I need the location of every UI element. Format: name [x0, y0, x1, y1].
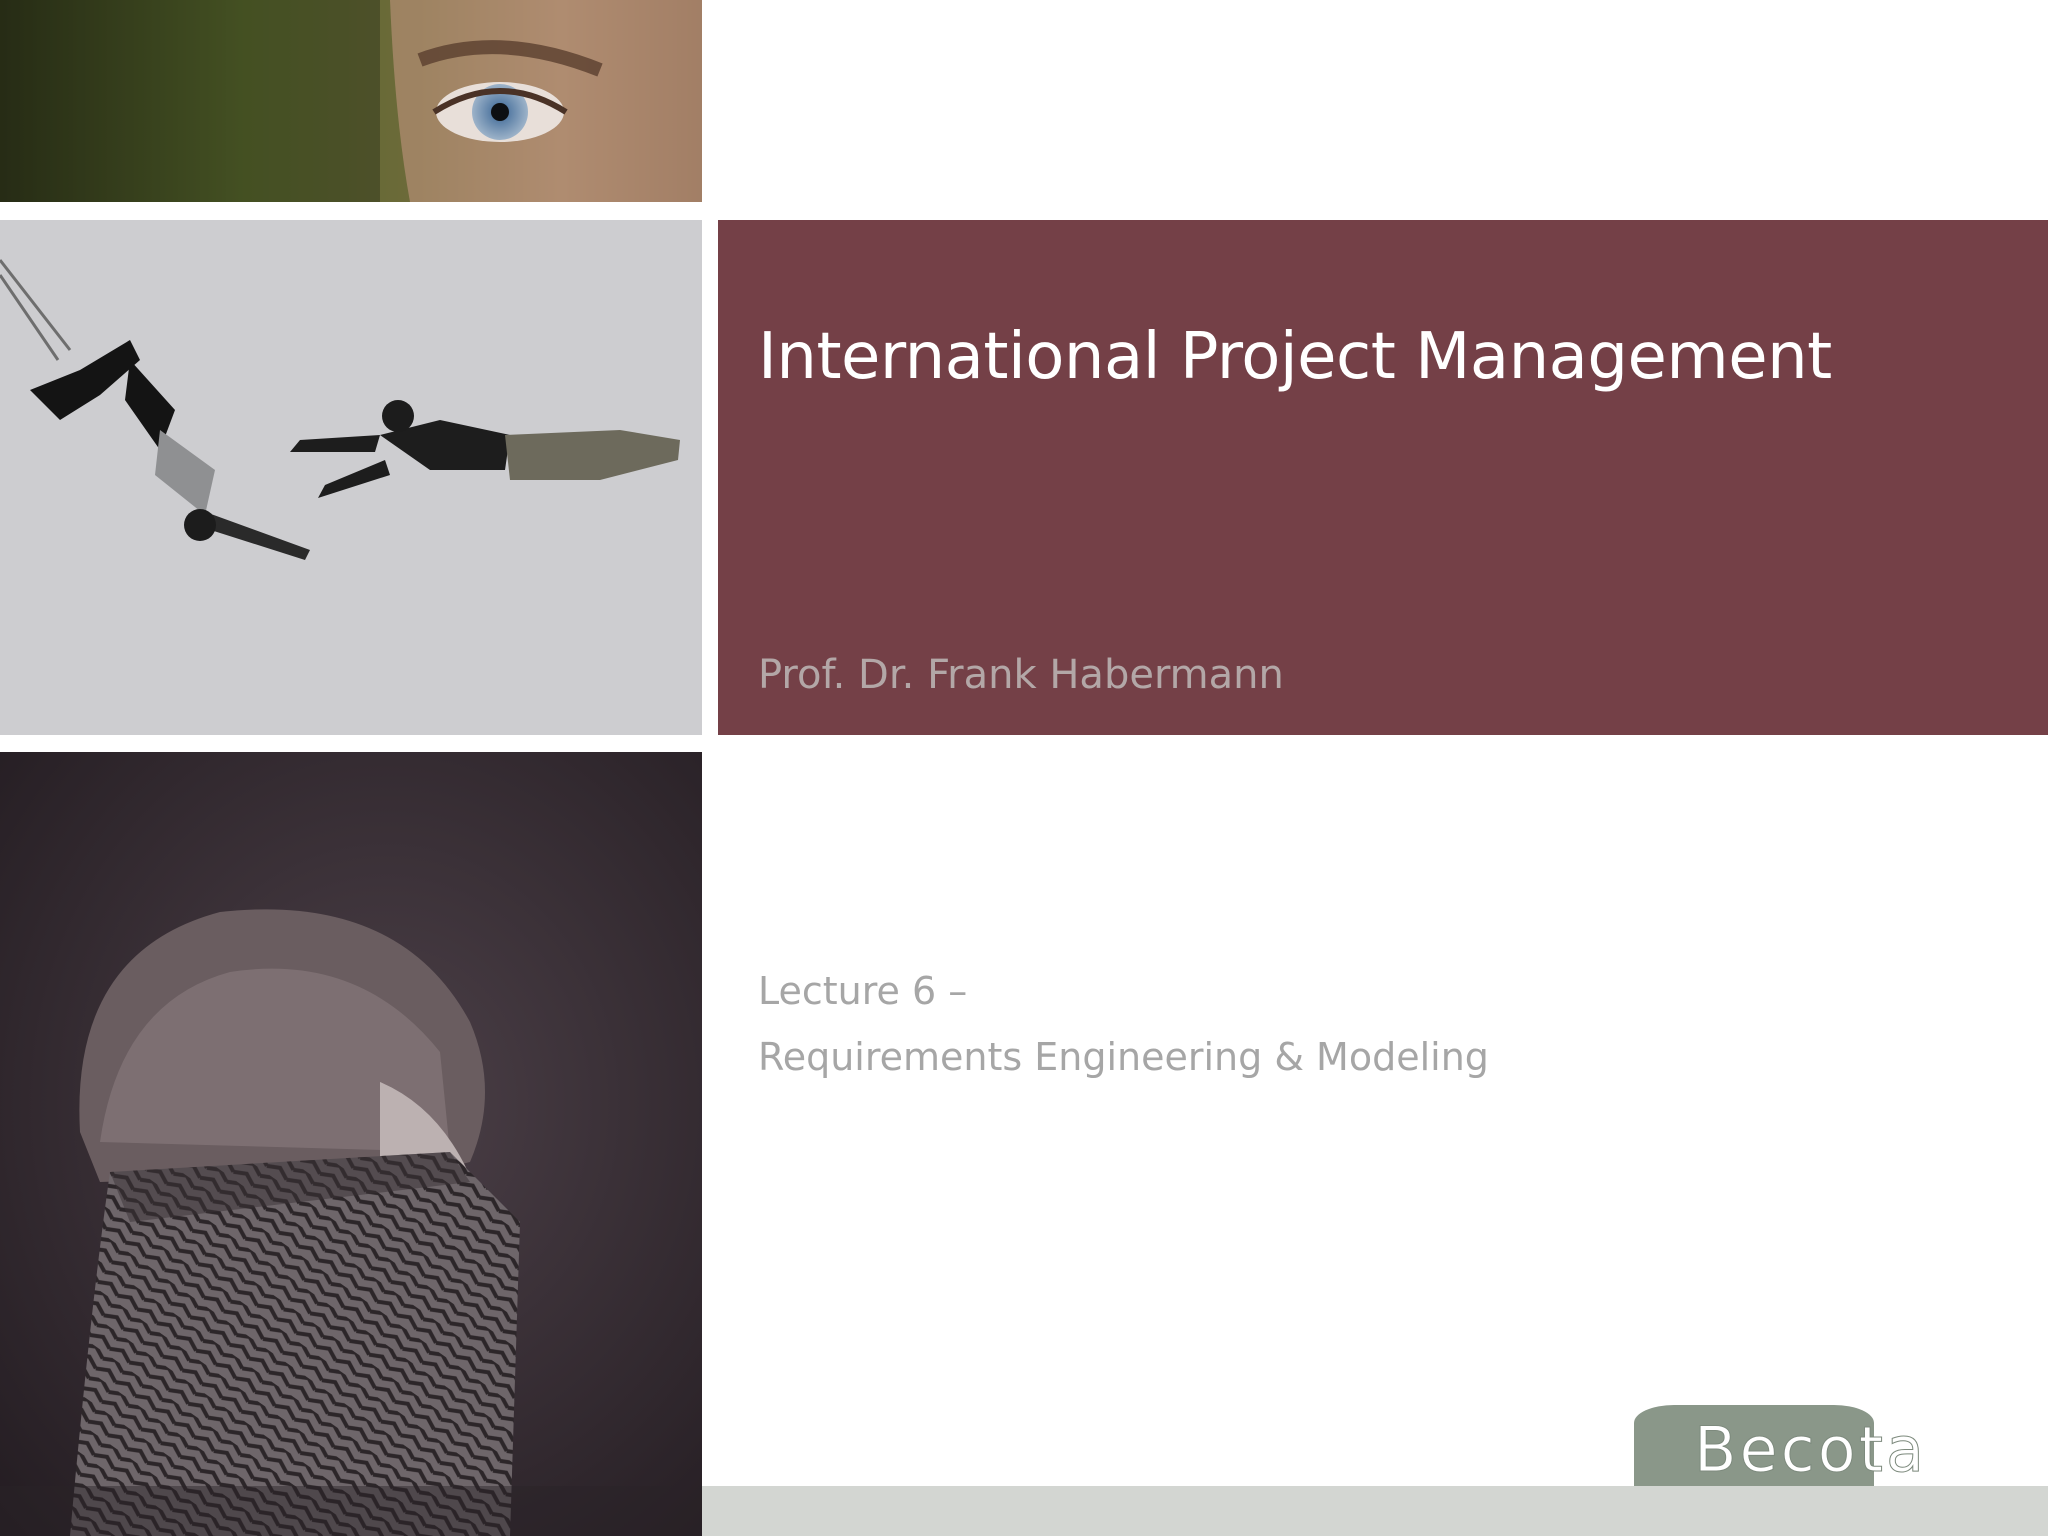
becota-logo: Becota	[1634, 1405, 1944, 1486]
footer-bar	[702, 1486, 2048, 1536]
lecture-info: Lecture 6 – Requirements Engineering & M…	[758, 958, 1489, 1090]
title-band: International Project Management Prof. D…	[718, 220, 2048, 735]
logo-text: Becota	[1693, 1413, 1928, 1486]
lecture-topic: Requirements Engineering & Modeling	[758, 1035, 1489, 1079]
eye-photo	[0, 0, 702, 202]
lecture-number: Lecture 6 –	[758, 969, 968, 1013]
trapeze-photo	[0, 220, 702, 735]
presenter-name: Prof. Dr. Frank Habermann	[758, 652, 1284, 698]
slide-title: International Project Management	[758, 320, 1832, 394]
collar-portrait-photo	[0, 752, 702, 1536]
